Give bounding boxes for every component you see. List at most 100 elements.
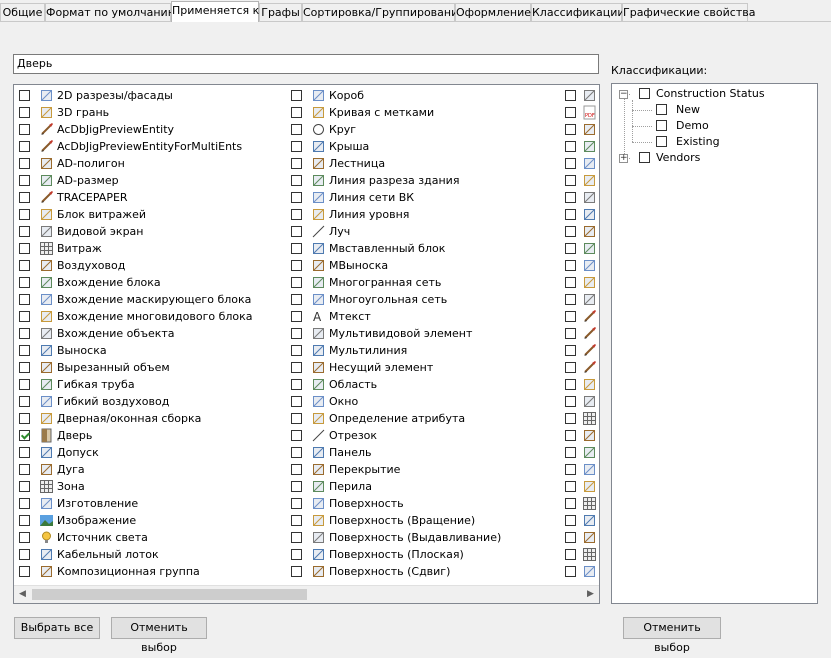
object-type-checkbox[interactable] bbox=[19, 430, 30, 441]
object-type-checkbox[interactable] bbox=[291, 124, 302, 135]
object-type-checkbox[interactable] bbox=[565, 413, 576, 424]
object-type-checkbox[interactable] bbox=[565, 515, 576, 526]
object-type-checkbox[interactable] bbox=[19, 294, 30, 305]
object-type-checkbox[interactable] bbox=[291, 498, 302, 509]
object-type-checkbox[interactable] bbox=[565, 328, 576, 339]
object-type-checkbox[interactable] bbox=[565, 107, 576, 118]
object-type-checkbox[interactable] bbox=[565, 260, 576, 271]
tree-checkbox[interactable] bbox=[639, 88, 650, 99]
object-type-checkbox[interactable] bbox=[19, 226, 30, 237]
scroll-left-arrow-icon[interactable]: ◀ bbox=[14, 586, 31, 603]
object-type-checkbox[interactable] bbox=[19, 175, 30, 186]
object-type-checkbox[interactable] bbox=[291, 328, 302, 339]
object-type-checkbox[interactable] bbox=[19, 141, 30, 152]
horizontal-scrollbar[interactable]: ◀ ▶ bbox=[14, 585, 599, 603]
object-type-checkbox[interactable] bbox=[291, 107, 302, 118]
object-type-checkbox[interactable] bbox=[19, 107, 30, 118]
object-type-checkbox[interactable] bbox=[565, 379, 576, 390]
object-type-checkbox[interactable] bbox=[291, 447, 302, 458]
object-type-checkbox[interactable] bbox=[291, 175, 302, 186]
tree-checkbox[interactable] bbox=[639, 152, 650, 163]
object-type-list[interactable]: 2D разрезы/фасады 3D грань AcDbJigPreviewE… bbox=[13, 84, 600, 604]
object-type-checkbox[interactable] bbox=[565, 243, 576, 254]
object-type-checkbox[interactable] bbox=[19, 481, 30, 492]
object-type-checkbox[interactable] bbox=[565, 311, 576, 322]
tree-checkbox[interactable] bbox=[656, 136, 667, 147]
tab-classifications[interactable]: Классификации bbox=[531, 3, 625, 21]
object-type-checkbox[interactable] bbox=[19, 345, 30, 356]
tab-columns[interactable]: Графы bbox=[259, 3, 302, 21]
object-type-checkbox[interactable] bbox=[19, 277, 30, 288]
object-type-checkbox[interactable] bbox=[19, 549, 30, 560]
object-type-checkbox[interactable] bbox=[291, 362, 302, 373]
object-type-checkbox[interactable] bbox=[291, 192, 302, 203]
object-type-checkbox[interactable] bbox=[565, 124, 576, 135]
object-type-checkbox[interactable] bbox=[19, 515, 30, 526]
object-type-checkbox[interactable] bbox=[291, 158, 302, 169]
object-type-checkbox[interactable] bbox=[291, 277, 302, 288]
object-type-checkbox[interactable] bbox=[291, 396, 302, 407]
object-type-checkbox[interactable] bbox=[19, 328, 30, 339]
object-type-checkbox[interactable] bbox=[19, 243, 30, 254]
deselect-button[interactable]: Отменить выбор bbox=[111, 617, 207, 654]
object-type-checkbox[interactable] bbox=[19, 260, 30, 271]
object-type-checkbox[interactable] bbox=[565, 175, 576, 186]
collapse-icon[interactable]: − bbox=[619, 90, 628, 99]
tab-formatting[interactable]: Оформление bbox=[455, 3, 531, 21]
object-type-checkbox[interactable] bbox=[19, 447, 30, 458]
object-type-checkbox[interactable] bbox=[291, 549, 302, 560]
object-type-checkbox[interactable] bbox=[291, 413, 302, 424]
object-type-checkbox[interactable] bbox=[565, 345, 576, 356]
deselect-classifications-button[interactable]: Отменить выбор bbox=[623, 617, 721, 654]
tab-graphic-properties[interactable]: Графические свойства bbox=[622, 3, 755, 21]
object-type-checkbox[interactable] bbox=[565, 566, 576, 577]
object-type-checkbox[interactable] bbox=[291, 464, 302, 475]
object-type-checkbox[interactable] bbox=[565, 294, 576, 305]
object-type-checkbox[interactable] bbox=[565, 90, 576, 101]
classifications-tree[interactable]: − Construction Status New Demo Existing … bbox=[611, 83, 818, 604]
object-type-checkbox[interactable] bbox=[565, 192, 576, 203]
object-type-checkbox[interactable] bbox=[19, 311, 30, 322]
object-type-checkbox[interactable] bbox=[565, 141, 576, 152]
object-type-checkbox[interactable] bbox=[291, 532, 302, 543]
object-type-checkbox[interactable] bbox=[291, 430, 302, 441]
scroll-thumb[interactable] bbox=[32, 589, 307, 600]
object-type-checkbox[interactable] bbox=[19, 124, 30, 135]
object-type-checkbox[interactable] bbox=[565, 362, 576, 373]
object-type-checkbox[interactable] bbox=[565, 396, 576, 407]
object-type-checkbox[interactable] bbox=[19, 158, 30, 169]
object-type-checkbox[interactable] bbox=[291, 226, 302, 237]
object-type-checkbox[interactable] bbox=[291, 294, 302, 305]
object-type-checkbox[interactable] bbox=[291, 260, 302, 271]
expand-icon[interactable]: + bbox=[619, 154, 628, 163]
select-all-button[interactable]: Выбрать все bbox=[14, 617, 100, 639]
tab-general[interactable]: Общие bbox=[0, 3, 45, 21]
tree-checkbox[interactable] bbox=[656, 104, 667, 115]
object-type-checkbox[interactable] bbox=[19, 532, 30, 543]
object-type-checkbox[interactable] bbox=[19, 362, 30, 373]
object-type-checkbox[interactable] bbox=[291, 515, 302, 526]
tree-checkbox[interactable] bbox=[656, 120, 667, 131]
object-type-checkbox[interactable] bbox=[565, 209, 576, 220]
object-type-checkbox[interactable] bbox=[291, 90, 302, 101]
object-type-checkbox[interactable] bbox=[291, 566, 302, 577]
object-type-checkbox[interactable] bbox=[19, 464, 30, 475]
object-type-checkbox[interactable] bbox=[291, 345, 302, 356]
object-type-checkbox[interactable] bbox=[291, 311, 302, 322]
object-type-checkbox[interactable] bbox=[565, 481, 576, 492]
object-type-checkbox[interactable] bbox=[291, 243, 302, 254]
object-type-checkbox[interactable] bbox=[19, 192, 30, 203]
object-type-checkbox[interactable] bbox=[565, 158, 576, 169]
object-type-checkbox[interactable] bbox=[19, 209, 30, 220]
scroll-right-arrow-icon[interactable]: ▶ bbox=[582, 586, 599, 603]
object-type-checkbox[interactable] bbox=[291, 141, 302, 152]
object-type-checkbox[interactable] bbox=[19, 90, 30, 101]
object-type-checkbox[interactable] bbox=[291, 481, 302, 492]
object-type-checkbox[interactable] bbox=[565, 277, 576, 288]
tab-sorting-grouping[interactable]: Сортировка/Группирование bbox=[302, 3, 465, 21]
object-type-checkbox[interactable] bbox=[565, 498, 576, 509]
object-type-checkbox[interactable] bbox=[19, 498, 30, 509]
object-type-checkbox[interactable] bbox=[565, 447, 576, 458]
tab-default-format[interactable]: Формат по умолчанию bbox=[45, 3, 177, 21]
object-type-checkbox[interactable] bbox=[291, 379, 302, 390]
